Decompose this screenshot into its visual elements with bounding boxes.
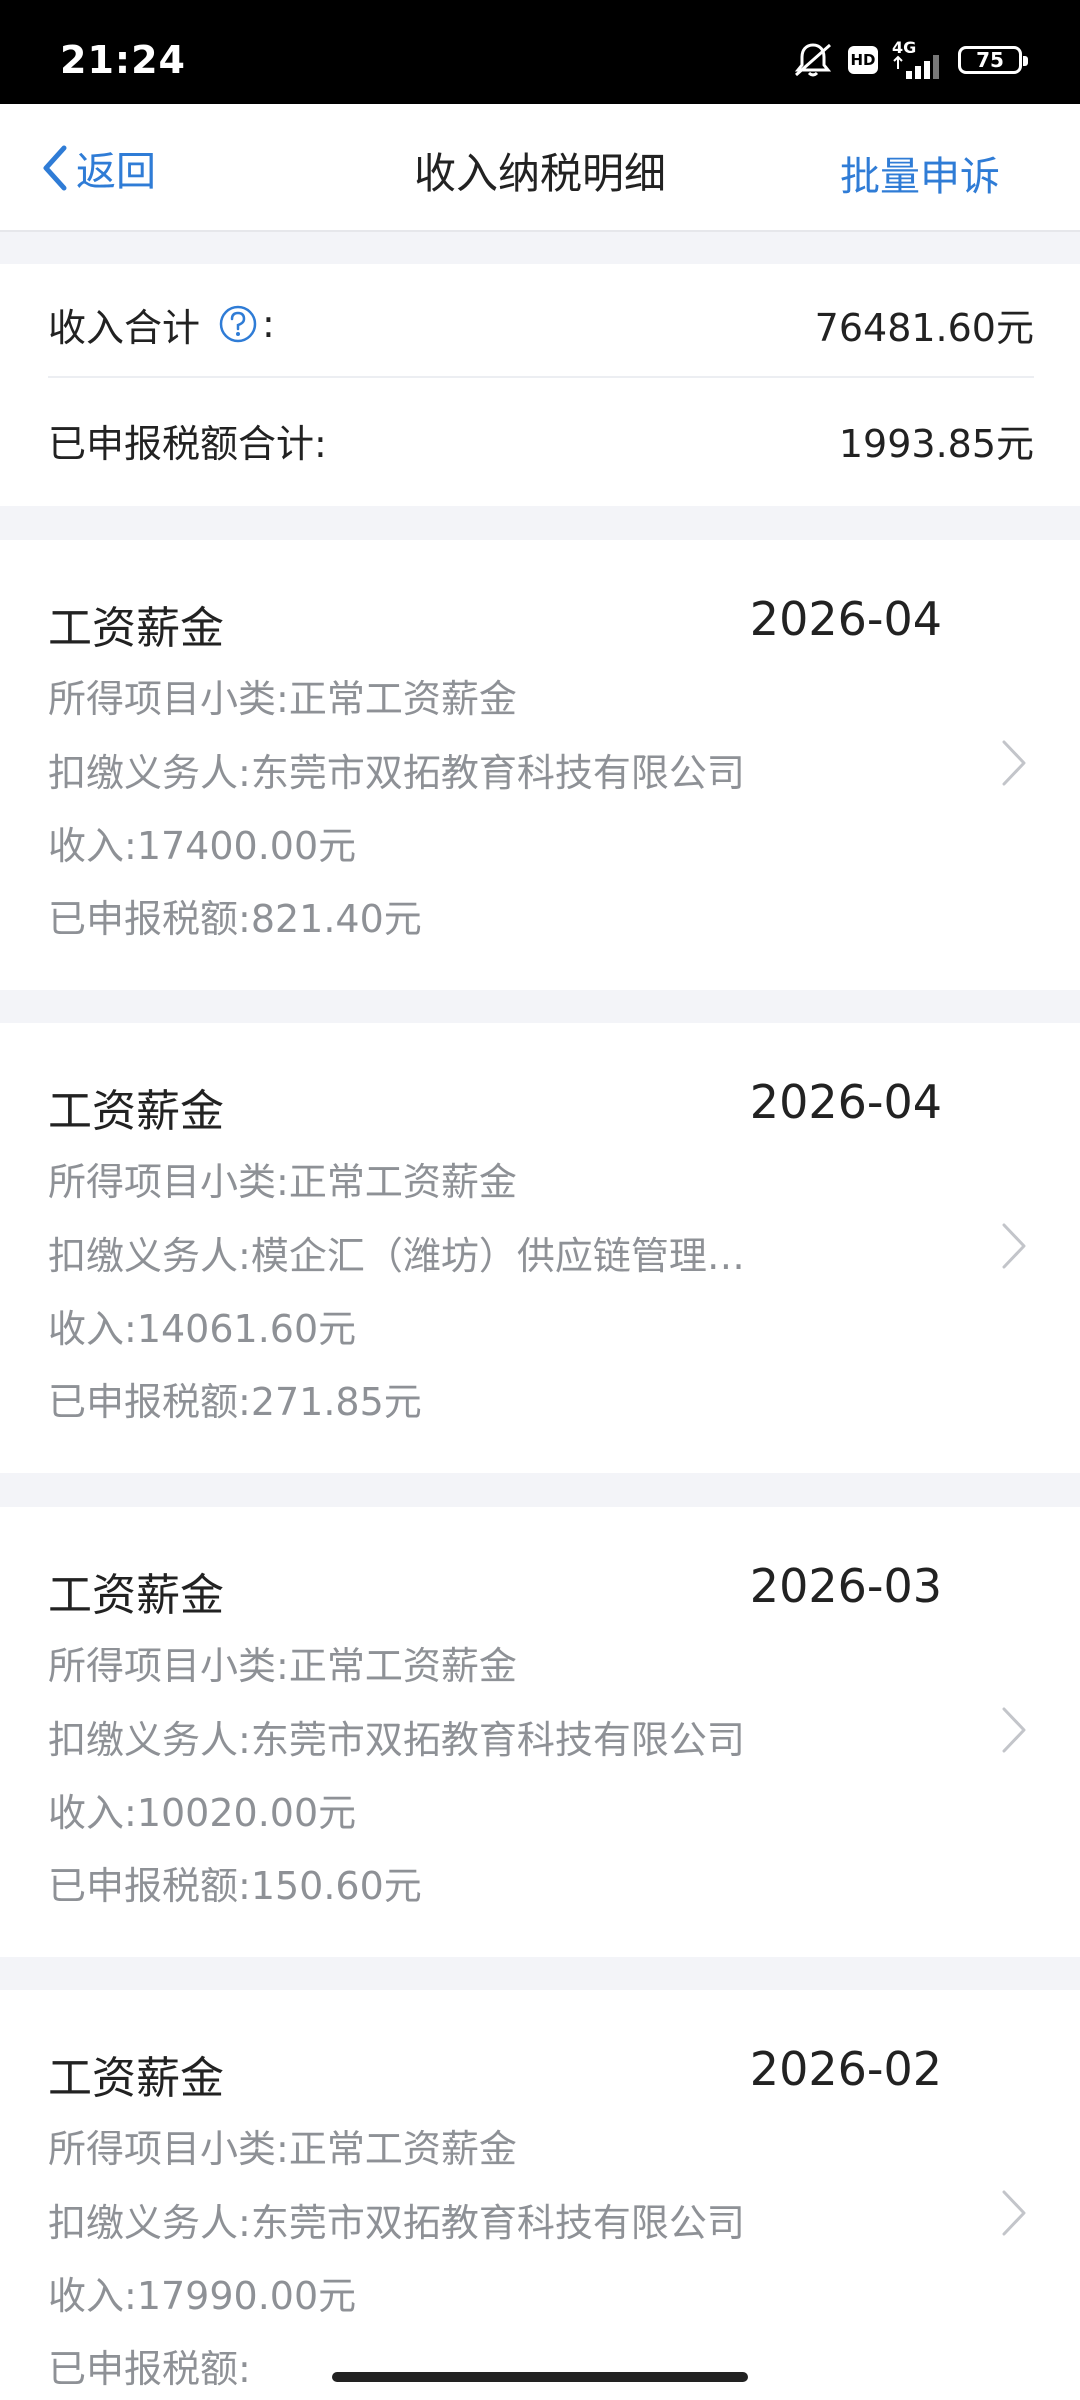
record-payer: 扣缴义务人:模企汇（潍坊）供应链管理… [48,1225,745,1280]
payer-label: 扣缴义务人: [48,1234,251,1278]
record-payer: 扣缴义务人:东莞市双拓教育科技有限公司 [48,1709,745,1764]
tax-value: 821.40元 [250,897,422,941]
tax-total-label: 已申报税额合计: [48,421,327,466]
income-value: 10020.00元 [136,1791,357,1835]
chevron-right-icon [1002,1707,1026,1753]
record-title: 工资薪金 [48,1086,224,1137]
record-tax: 已申报税额:821.40元 [48,888,422,943]
tax-label: 已申报税额: [48,1380,251,1424]
payer-value: 东莞市双拓教育科技有限公司 [250,751,745,795]
record-payer: 扣缴义务人:东莞市双拓教育科技有限公司 [48,2192,745,2247]
income-total-colon: : [262,302,275,346]
payer-value: 模企汇（潍坊）供应链管理… [250,1234,745,1278]
chevron-right-icon [1002,740,1026,786]
subcategory-label: 所得项目小类: [48,1644,289,1688]
subcategory-value: 正常工资薪金 [288,2127,517,2171]
battery-indicator: 75 [958,46,1028,74]
subcategory-value: 正常工资薪金 [288,1160,517,1204]
record-title: 工资薪金 [48,2053,224,2104]
record-tax: 已申报税额: [48,2338,251,2393]
income-record-card[interactable]: 工资薪金 2026-02 所得项目小类:正常工资薪金 扣缴义务人:东莞市双拓教育… [0,1990,1080,2400]
income-record-card[interactable]: 工资薪金 2026-04 所得项目小类:正常工资薪金 扣缴义务人:模企汇（潍坊）… [0,1023,1080,1473]
record-period: 2026-04 [749,592,942,646]
chevron-right-icon [1002,2190,1026,2236]
payer-value: 东莞市双拓教育科技有限公司 [250,2201,745,2245]
summary-panel: 收入合计 : 76481.60元 已申报税额合计: 1993.85元 [0,264,1080,506]
record-title: 工资薪金 [48,603,224,654]
income-record-card[interactable]: 工资薪金 2026-03 所得项目小类:正常工资薪金 扣缴义务人:东莞市双拓教育… [0,1507,1080,1957]
status-bar: 21:24 HD 4G 75 [0,0,1080,104]
income-total-label: 收入合计 [48,305,201,350]
income-label: 收入: [48,824,137,868]
subcategory-label: 所得项目小类: [48,1160,289,1204]
income-total-value: 76481.60元 [814,305,1034,350]
record-subcategory: 所得项目小类:正常工资薪金 [48,2118,517,2173]
subcategory-value: 正常工资薪金 [288,1644,517,1688]
record-income: 收入:14061.60元 [48,1298,356,1353]
home-indicator[interactable] [332,2372,748,2382]
record-subcategory: 所得项目小类:正常工资薪金 [48,1151,517,1206]
record-income: 收入:10020.00元 [48,1782,356,1837]
record-subcategory: 所得项目小类:正常工资薪金 [48,1635,517,1690]
income-label: 收入: [48,1307,137,1351]
record-tax: 已申报税额:271.85元 [48,1371,422,1426]
record-period: 2026-02 [749,2042,942,2096]
tax-label: 已申报税额: [48,1864,251,1908]
record-payer: 扣缴义务人:东莞市双拓教育科技有限公司 [48,742,745,797]
payer-value: 东莞市双拓教育科技有限公司 [250,1718,745,1762]
record-tax: 已申报税额:150.60元 [48,1855,422,1910]
record-title: 工资薪金 [48,1570,224,1621]
tax-label: 已申报税额: [48,897,251,941]
subcategory-value: 正常工资薪金 [288,677,517,721]
nav-bar: 返回 收入纳税明细 批量申诉 [0,104,1080,232]
record-subcategory: 所得项目小类:正常工资薪金 [48,668,517,723]
record-income: 收入:17990.00元 [48,2265,356,2320]
payer-label: 扣缴义务人: [48,2201,251,2245]
income-value: 14061.60元 [136,1307,357,1351]
income-label: 收入: [48,1791,137,1835]
income-value: 17990.00元 [136,2274,357,2318]
subcategory-label: 所得项目小类: [48,677,289,721]
signal-icon: 4G [892,38,944,79]
income-total-label-group: 收入合计 : [48,297,275,352]
tax-value: 271.85元 [250,1380,422,1424]
payer-label: 扣缴义务人: [48,1718,251,1762]
chevron-right-icon [1002,1223,1026,1269]
income-record-card[interactable]: 工资薪金 2026-04 所得项目小类:正常工资薪金 扣缴义务人:东莞市双拓教育… [0,540,1080,990]
status-time: 21:24 [60,38,186,82]
mute-icon [792,41,834,79]
tax-label: 已申报税额: [48,2347,251,2391]
payer-label: 扣缴义务人: [48,751,251,795]
tax-total-value: 1993.85元 [838,421,1034,466]
income-total-row: 收入合计 : 76481.60元 [48,272,1034,378]
batch-appeal-button[interactable]: 批量申诉 [840,144,1000,202]
record-period: 2026-04 [749,1075,942,1129]
hd-badge: HD [848,46,878,74]
status-icons: HD 4G 75 [792,38,1028,80]
income-label: 收入: [48,2274,137,2318]
network-type: 4G [892,38,917,57]
record-income: 收入:17400.00元 [48,815,356,870]
subcategory-label: 所得项目小类: [48,2127,289,2171]
income-value: 17400.00元 [136,824,357,868]
question-circle-icon[interactable] [218,304,258,344]
tax-total-row: 已申报税额合计: 1993.85元 [48,388,1034,492]
tax-value: 150.60元 [250,1864,422,1908]
record-period: 2026-03 [749,1559,942,1613]
